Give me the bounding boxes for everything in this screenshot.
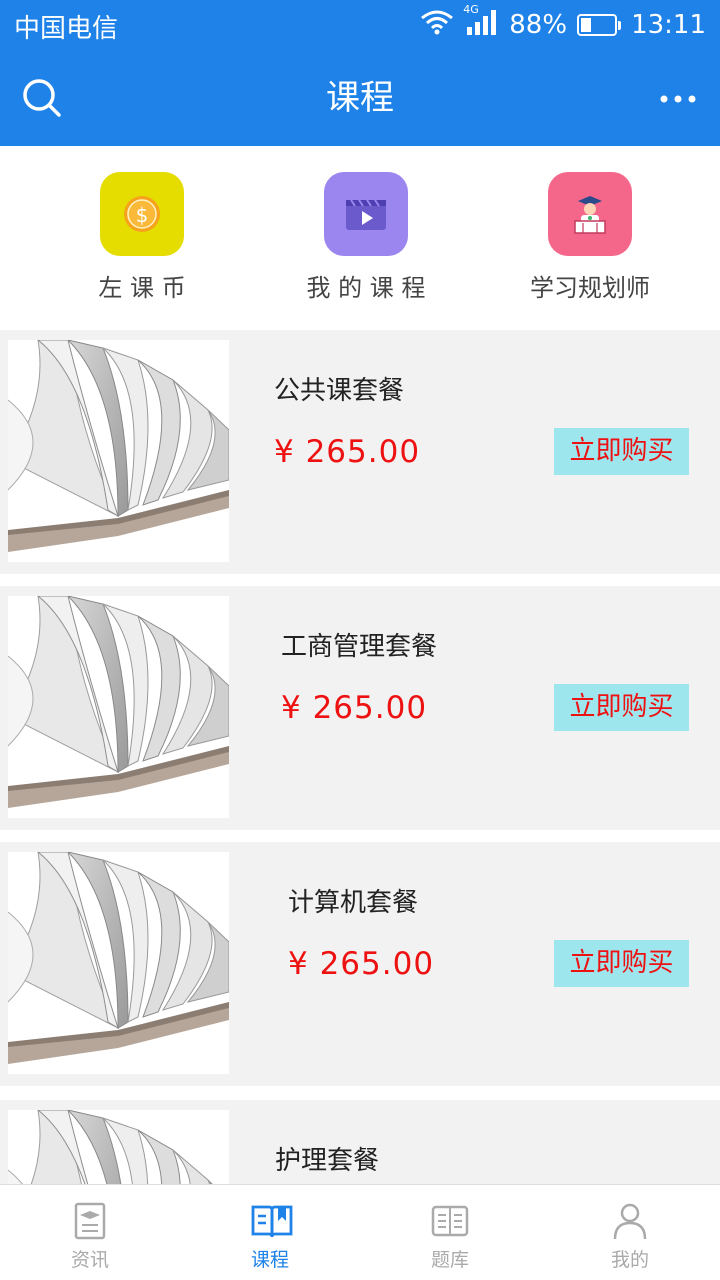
signal-icon: 4G [463, 3, 499, 42]
video-icon [324, 172, 408, 256]
wifi-icon [419, 8, 455, 43]
status-bar: 中国电信 4G 88% 13:11 [0, 0, 720, 50]
tab-profile[interactable]: 我的 [540, 1185, 720, 1280]
news-icon [70, 1201, 110, 1241]
clock: 13:11 [631, 10, 706, 40]
page-title: 课程 [326, 78, 394, 118]
quick-nav: $ 左 课 币 我 的 课 程 学习规划师 [0, 146, 720, 320]
carrier-name: 中国电信 [14, 14, 119, 44]
course-card[interactable]: 计算机套餐 ¥ 265.00 立即购买 [0, 842, 720, 1086]
course-price: ¥ 265.00 [281, 690, 428, 726]
teacher-icon [548, 172, 632, 256]
course-price: ¥ 265.00 [274, 434, 421, 470]
quick-item-planner[interactable]: 学习规划师 [470, 146, 710, 320]
app-header: 课程 [0, 50, 720, 146]
buy-now-button[interactable]: 立即购买 [554, 940, 689, 987]
tab-label-profile: 我的 [610, 1249, 649, 1271]
search-button[interactable] [18, 74, 66, 122]
book-image [8, 596, 229, 818]
book-image [8, 1110, 229, 1184]
more-dots-icon [658, 89, 698, 108]
book-image [8, 340, 229, 562]
quick-label-coins: 左 课 币 [98, 274, 186, 302]
svg-text:$: $ [136, 203, 149, 227]
course-list[interactable]: 公共课套餐 ¥ 265.00 立即购买 工商管理套餐 ¥ 265.00 立即购买 计算机套餐… [0, 320, 720, 1184]
network-type: 4G [463, 2, 479, 16]
question-bank-icon [430, 1201, 470, 1241]
course-name: 护理套餐 [275, 1146, 380, 1176]
course-card[interactable]: 护理套餐¥ 265.00立即购买 [0, 1100, 720, 1184]
status-indicators: 4G 88% 13:11 [419, 3, 706, 44]
tab-label-question-bank: 题库 [430, 1249, 469, 1271]
tab-courses[interactable]: 课程 [180, 1185, 360, 1280]
quick-label-my-courses: 我 的 课 程 [306, 274, 426, 302]
buy-now-button[interactable]: 立即购买 [554, 684, 689, 731]
bottom-nav: 资讯 课程 题库 我的 [0, 1184, 720, 1280]
tab-label-news: 资讯 [70, 1249, 109, 1271]
tab-label-courses: 课程 [250, 1249, 289, 1271]
profile-icon [610, 1201, 650, 1241]
course-card[interactable]: 公共课套餐 ¥ 265.00 立即购买 [0, 330, 720, 574]
quick-item-coins[interactable]: $ 左 课 币 [22, 146, 262, 320]
buy-now-button[interactable]: 立即购买 [554, 428, 689, 475]
course-price: ¥ 265.00 [288, 946, 435, 982]
search-icon [18, 79, 66, 126]
battery-icon [577, 14, 622, 36]
book-image [8, 852, 229, 1074]
course-name: 公共课套餐 [274, 376, 405, 406]
course-name: 工商管理套餐 [281, 632, 438, 662]
quick-item-my-courses[interactable]: 我 的 课 程 [246, 146, 486, 320]
book-icon [250, 1201, 293, 1241]
quick-label-planner: 学习规划师 [530, 274, 650, 302]
more-button[interactable] [654, 74, 702, 122]
coin-icon: $ [100, 172, 184, 256]
tab-question-bank[interactable]: 题库 [360, 1185, 540, 1280]
tab-news[interactable]: 资讯 [0, 1185, 180, 1280]
course-card[interactable]: 工商管理套餐 ¥ 265.00 立即购买 [0, 586, 720, 830]
battery-percent: 88% [509, 10, 568, 40]
course-name: 计算机套餐 [288, 888, 419, 918]
